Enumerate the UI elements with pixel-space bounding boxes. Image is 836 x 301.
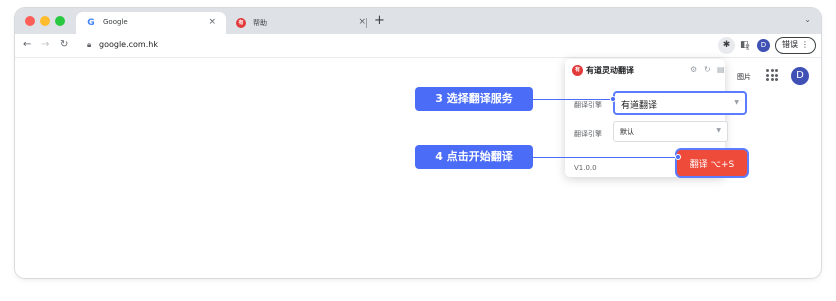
translation-service-select[interactable]: 有道翻译 ▼ [613, 91, 747, 115]
engine-label: 翻译引擎 [574, 101, 602, 109]
youdao-favicon-icon: 有 [236, 18, 246, 28]
refresh-icon[interactable]: ↻ [704, 65, 711, 75]
tab-title: 帮助 [253, 19, 267, 27]
side-panel-icon[interactable]: ◧ [740, 39, 749, 51]
version-label: V1.0.0 [574, 164, 597, 172]
browser-window: G Google × 有 帮助 × + ⌄ ← → ↻ 🔒︎ google.co… [15, 8, 821, 278]
reload-icon[interactable]: ↻ [60, 38, 68, 52]
chevron-down-icon: ▼ [716, 127, 721, 134]
forward-arrow-icon[interactable]: → [41, 38, 49, 52]
document-icon[interactable]: ▤ [717, 65, 725, 75]
engine-label: 翻译引擎 [574, 130, 602, 138]
select-value: 有道翻译 [621, 101, 658, 111]
lock-icon[interactable]: 🔒︎ [87, 40, 91, 50]
step-3-callout: 3 选择翻译服务 [415, 87, 533, 111]
step-3-leader-dot [610, 96, 616, 102]
error-menu-button[interactable]: 错误 ⋮ [775, 37, 816, 54]
extensions-puzzle-icon[interactable]: ✱ [718, 37, 735, 54]
step-3-leader-line [533, 99, 613, 100]
profile-avatar[interactable]: D [757, 39, 770, 52]
google-account-avatar[interactable]: D [791, 67, 809, 85]
tab-google[interactable]: G Google × [76, 12, 226, 34]
window-close-button[interactable] [25, 16, 35, 26]
browser-toolbar: ← → ↻ 🔒︎ google.com.hk ⇪ ☆ ✱ ◧ D 错误 ⋮ [15, 34, 821, 58]
url-text[interactable]: google.com.hk [99, 40, 158, 49]
select-value: 默认 [620, 128, 634, 136]
tab-close-icon[interactable]: × [358, 17, 366, 27]
tab-close-icon[interactable]: × [208, 17, 216, 27]
tab-title: Google [103, 18, 128, 26]
tab-help[interactable]: 有 帮助 × [226, 12, 376, 34]
youdao-logo-icon: 有 [572, 65, 583, 76]
step-4-callout: 4 点击开始翻译 [415, 145, 533, 169]
step-4-leader-dot [675, 154, 681, 160]
back-arrow-icon[interactable]: ← [23, 38, 31, 52]
google-favicon-icon: G [87, 18, 95, 28]
engine-select[interactable]: 默认 ▼ [613, 121, 728, 142]
chevron-down-icon: ▼ [734, 99, 739, 106]
address-bar[interactable]: 🔒︎ google.com.hk ⇪ ☆ [80, 37, 771, 55]
translate-button[interactable]: 翻译 ⌥+S [675, 148, 749, 178]
page-content: 图片 D 有 有道灵动翻译 ⚙ ↻ ▤ 翻译引擎 有道翻译 ▼ 翻译引擎 默认 … [15, 59, 821, 278]
extension-popup: 有 有道灵动翻译 ⚙ ↻ ▤ 翻译引擎 有道翻译 ▼ 翻译引擎 默认 ▼ V1.… [565, 59, 749, 178]
window-minimize-button[interactable] [40, 16, 50, 26]
step-4-leader-line [533, 157, 677, 158]
new-tab-button[interactable]: + [374, 12, 385, 30]
images-link[interactable]: 图片 [737, 72, 751, 82]
error-label: 错误 [782, 40, 798, 49]
kebab-menu-icon: ⋮ [801, 40, 809, 49]
settings-gear-icon[interactable]: ⚙ [690, 65, 697, 75]
popup-title: 有道灵动翻译 [586, 66, 634, 75]
window-maximize-button[interactable] [55, 16, 65, 26]
tab-separator [366, 18, 367, 28]
apps-grid-icon[interactable] [766, 69, 778, 81]
tab-strip: G Google × 有 帮助 × + ⌄ [15, 8, 821, 34]
tab-search-chevron-icon[interactable]: ⌄ [804, 15, 811, 24]
